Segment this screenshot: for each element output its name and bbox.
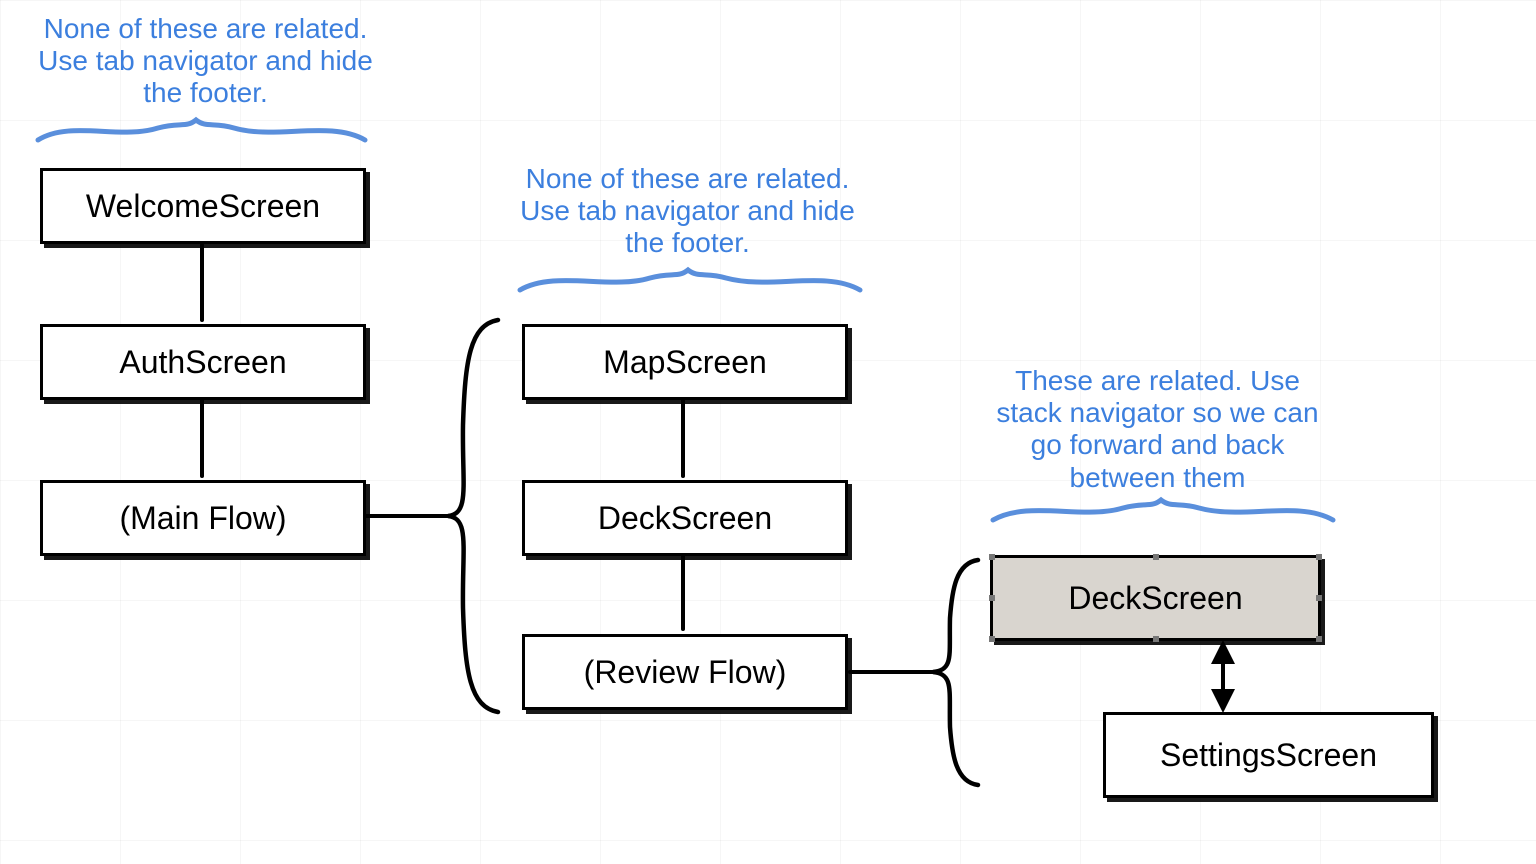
- box-label: WelcomeScreen: [86, 188, 320, 225]
- curly-brace-2: [933, 560, 978, 785]
- box-review-flow: (Review Flow): [522, 634, 848, 710]
- squiggle-brace-3: [993, 500, 1333, 520]
- box-settings-screen: SettingsScreen: [1103, 712, 1434, 798]
- box-deck-screen: DeckScreen: [522, 480, 848, 556]
- box-deck-screen-2[interactable]: DeckScreen: [990, 555, 1321, 641]
- annotation-stack-nav-right: These are related. Use stack navigator s…: [985, 365, 1330, 494]
- squiggle-brace-1: [38, 120, 365, 140]
- annotation-tab-nav-left: None of these are related. Use tab navig…: [28, 13, 383, 110]
- curly-brace-1: [448, 320, 498, 712]
- box-map-screen: MapScreen: [522, 324, 848, 400]
- box-welcome-screen: WelcomeScreen: [40, 168, 366, 244]
- box-label: AuthScreen: [119, 344, 286, 381]
- box-label: (Main Flow): [119, 500, 286, 537]
- box-auth-screen: AuthScreen: [40, 324, 366, 400]
- box-label: SettingsScreen: [1160, 737, 1377, 774]
- box-label: DeckScreen: [598, 500, 772, 537]
- double-arrow: [1211, 640, 1235, 713]
- box-label: DeckScreen: [1068, 580, 1242, 617]
- squiggle-brace-2: [520, 270, 860, 290]
- box-label: MapScreen: [603, 344, 767, 381]
- box-main-flow: (Main Flow): [40, 480, 366, 556]
- annotation-tab-nav-middle: None of these are related. Use tab navig…: [510, 163, 865, 260]
- box-label: (Review Flow): [584, 654, 787, 691]
